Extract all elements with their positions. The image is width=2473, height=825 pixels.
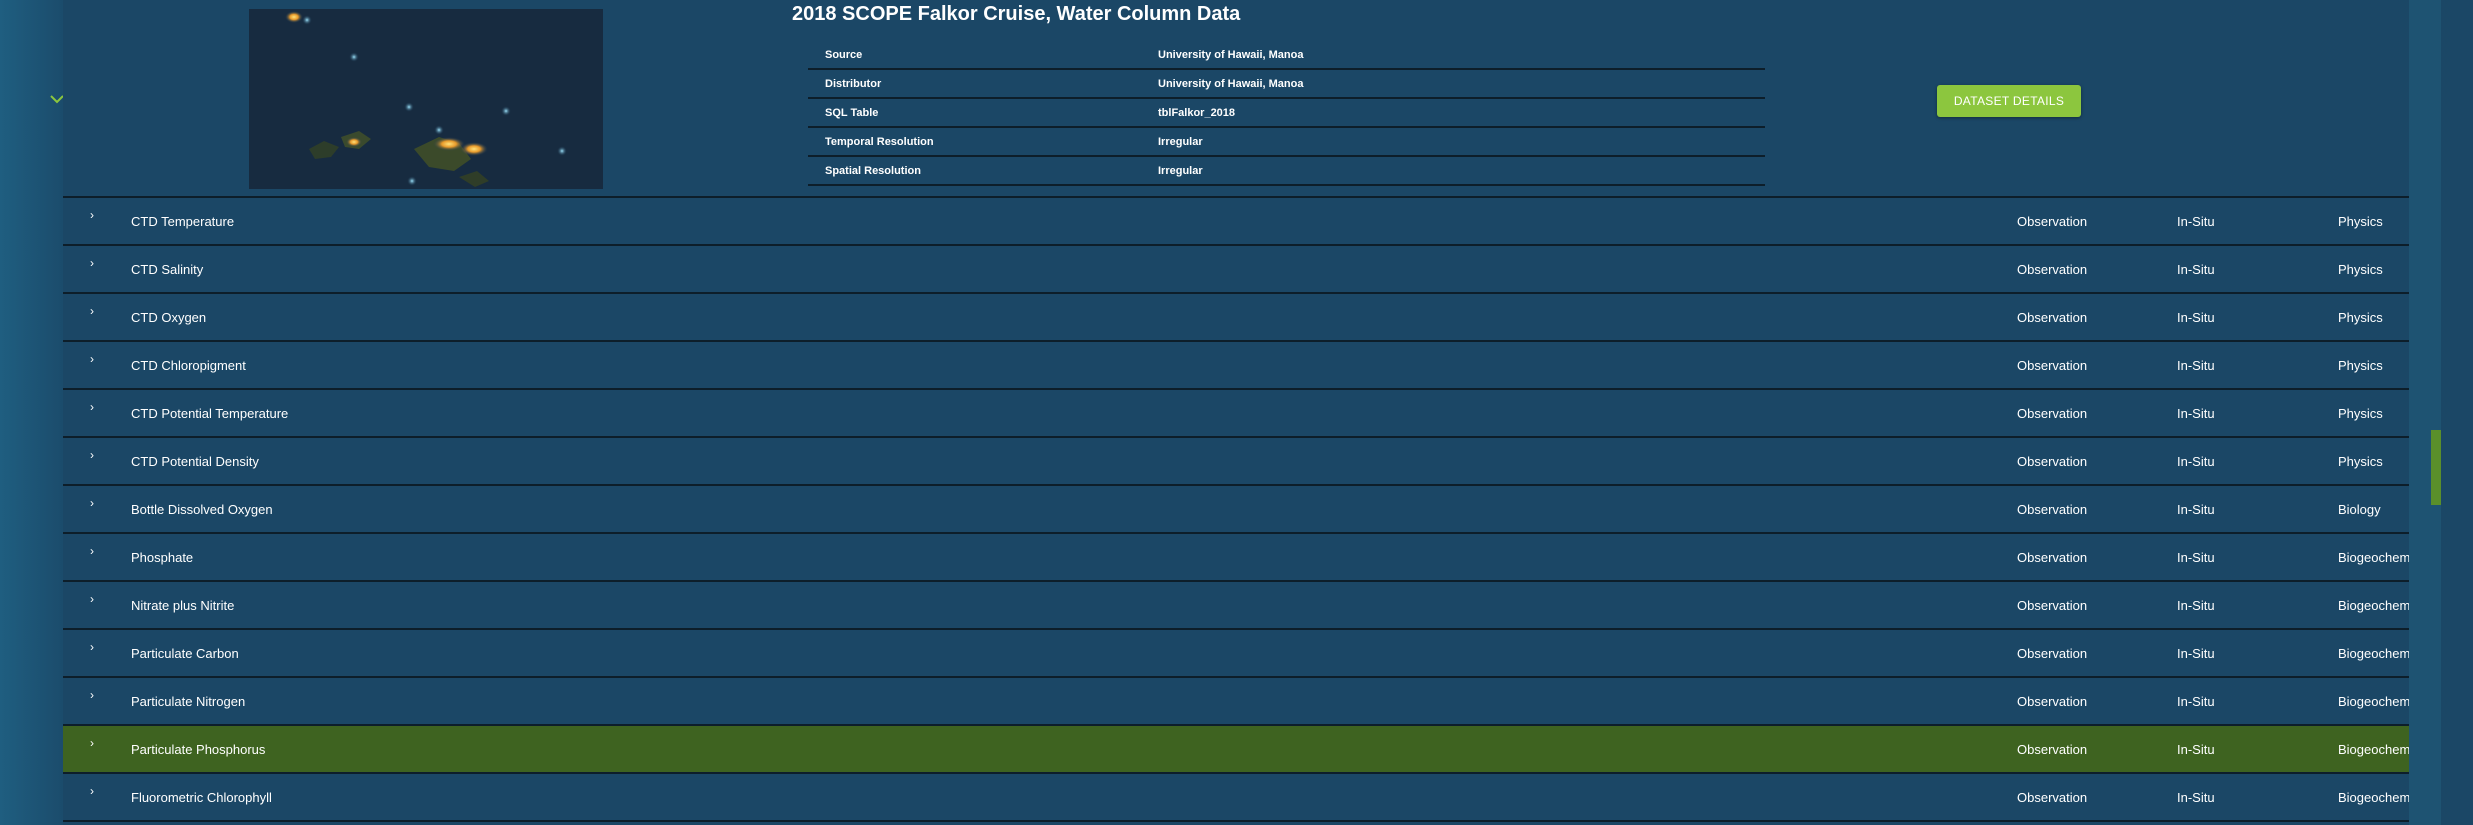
metadata-key: Source xyxy=(808,41,1158,70)
scrollbar-thumb[interactable] xyxy=(2431,430,2441,505)
variable-make: Observation xyxy=(2017,358,2088,373)
chevron-right-icon[interactable]: › xyxy=(90,400,104,414)
variable-row[interactable]: › Nitrate plus Nitrite Observation In-Situ B… xyxy=(63,582,2441,630)
variable-discipline: Physics xyxy=(2338,406,2383,421)
chevron-right-icon[interactable]: › xyxy=(90,352,104,366)
variable-sensor: In-Situ xyxy=(2177,406,2215,421)
variable-sensor: In-Situ xyxy=(2177,550,2215,565)
variable-list: › CTD Temperature Observation In-Situ Physic… xyxy=(63,198,2441,822)
dataset-title: 2018 SCOPE Falkor Cruise, Water Column D… xyxy=(792,3,1241,25)
metadata-value: tblFalkor_2018 xyxy=(1158,98,1765,128)
dataset-details-button[interactable]: DATASET DETAILS xyxy=(1937,85,2081,117)
variable-name: Phosphate xyxy=(131,550,194,565)
variable-row[interactable]: › CTD Potential Density Observation In-Situ… xyxy=(63,438,2441,486)
variable-sensor: In-Situ xyxy=(2177,454,2215,469)
variable-name: CTD Oxygen xyxy=(131,310,207,325)
variable-make: Observation xyxy=(2017,598,2088,613)
variable-sensor: In-Situ xyxy=(2177,502,2215,517)
variable-row[interactable]: › Bottle Dissolved Oxygen Observation In-Si… xyxy=(63,486,2441,534)
variable-discipline: Biology xyxy=(2338,502,2381,517)
chevron-right-icon[interactable]: › xyxy=(90,592,104,606)
variable-make: Observation xyxy=(2017,454,2088,469)
variable-discipline: Physics xyxy=(2338,454,2383,469)
metadata-row: Source University of Hawaii, Manoa xyxy=(808,41,1765,70)
variable-make: Observation xyxy=(2017,214,2088,229)
variable-name: Particulate Nitrogen xyxy=(131,694,246,709)
variable-discipline: Physics xyxy=(2338,214,2383,229)
variable-name: CTD Potential Temperature xyxy=(131,406,289,421)
chevron-right-icon[interactable]: › xyxy=(90,640,104,654)
left-gutter xyxy=(0,0,64,825)
variable-name: CTD Temperature xyxy=(131,214,235,229)
variable-name: Fluorometric Chlorophyll xyxy=(131,790,272,805)
variable-discipline: Physics xyxy=(2338,262,2383,277)
variable-name: CTD Chloropigment xyxy=(131,358,246,373)
variable-sensor: In-Situ xyxy=(2177,214,2215,229)
metadata-row: Distributor University of Hawaii, Manoa xyxy=(808,69,1765,99)
variable-row[interactable]: › Fluorometric Chlorophyll Observation In-S… xyxy=(63,774,2441,822)
variable-sensor: In-Situ xyxy=(2177,598,2215,613)
variable-sensor: In-Situ xyxy=(2177,790,2215,805)
chevron-right-icon[interactable]: › xyxy=(90,208,104,222)
variable-row[interactable]: › CTD Potential Temperature Observation In-… xyxy=(63,390,2441,438)
chevron-right-icon[interactable]: › xyxy=(90,496,104,510)
variable-discipline: Physics xyxy=(2338,310,2383,325)
variable-make: Observation xyxy=(2017,502,2088,517)
metadata-key: Temporal Resolution xyxy=(808,127,1158,157)
variable-sensor: In-Situ xyxy=(2177,694,2215,709)
metadata-row: Spatial Resolution Irregular xyxy=(808,156,1765,186)
variable-sensor: In-Situ xyxy=(2177,358,2215,373)
dataset-panel: 2018 SCOPE Falkor Cruise, Water Column D… xyxy=(63,0,2441,825)
variable-row[interactable]: › Phosphate Observation In-Situ Biogeochemis… xyxy=(63,534,2441,582)
variable-row[interactable]: › Particulate Carbon Observation In-Situ Bio… xyxy=(63,630,2441,678)
variable-row[interactable]: › CTD Chloropigment Observation In-Situ Phys… xyxy=(63,342,2441,390)
chevron-right-icon[interactable]: › xyxy=(90,304,104,318)
variable-row[interactable]: › Particulate Phosphorus Observation In-Sit… xyxy=(63,726,2441,774)
cruise-track-map xyxy=(249,9,603,189)
variable-row[interactable]: › Particulate Nitrogen Observation In-Situ B… xyxy=(63,678,2441,726)
metadata-key: Spatial Resolution xyxy=(808,156,1158,186)
variable-name: Bottle Dissolved Oxygen xyxy=(131,502,273,517)
dataset-header: 2018 SCOPE Falkor Cruise, Water Column D… xyxy=(63,0,2441,197)
metadata-value: University of Hawaii, Manoa xyxy=(1158,69,1765,99)
scrollbar[interactable] xyxy=(2409,0,2441,825)
variable-sensor: In-Situ xyxy=(2177,262,2215,277)
variable-discipline: Physics xyxy=(2338,358,2383,373)
variable-make: Observation xyxy=(2017,694,2088,709)
variable-name: Particulate Carbon xyxy=(131,646,239,661)
metadata-row: SQL Table tblFalkor_2018 xyxy=(808,98,1765,128)
metadata-value: Irregular xyxy=(1158,127,1765,157)
variable-make: Observation xyxy=(2017,646,2088,661)
metadata-key: Distributor xyxy=(808,69,1158,99)
metadata-row: Temporal Resolution Irregular xyxy=(808,127,1765,157)
variable-row[interactable]: › CTD Oxygen Observation In-Situ Physics xyxy=(63,294,2441,342)
chevron-right-icon[interactable]: › xyxy=(90,688,104,702)
variable-make: Observation xyxy=(2017,262,2088,277)
variable-row[interactable]: › CTD Temperature Observation In-Situ Physic… xyxy=(63,198,2441,246)
chevron-right-icon[interactable]: › xyxy=(90,256,104,270)
variable-row[interactable]: › CTD Salinity Observation In-Situ Physics xyxy=(63,246,2441,294)
chevron-right-icon[interactable]: › xyxy=(90,544,104,558)
metadata-value: Irregular xyxy=(1158,156,1765,186)
chevron-right-icon[interactable]: › xyxy=(90,784,104,798)
chevron-right-icon[interactable]: › xyxy=(90,736,104,750)
variable-make: Observation xyxy=(2017,550,2088,565)
metadata-value: University of Hawaii, Manoa xyxy=(1158,41,1765,70)
variable-name: CTD Salinity xyxy=(131,262,204,277)
chevron-right-icon[interactable]: › xyxy=(90,448,104,462)
variable-name: Nitrate plus Nitrite xyxy=(131,598,235,613)
variable-make: Observation xyxy=(2017,790,2088,805)
variable-sensor: In-Situ xyxy=(2177,310,2215,325)
dataset-metadata-table: Source University of Hawaii, Manoa Distr… xyxy=(808,41,1765,186)
variable-name: CTD Potential Density xyxy=(131,454,259,469)
variable-make: Observation xyxy=(2017,310,2088,325)
variable-name: Particulate Phosphorus xyxy=(131,742,266,757)
variable-sensor: In-Situ xyxy=(2177,646,2215,661)
catalog-page: 2018 SCOPE Falkor Cruise, Water Column D… xyxy=(0,0,2473,825)
metadata-key: SQL Table xyxy=(808,98,1158,128)
variable-make: Observation xyxy=(2017,406,2088,421)
variable-sensor: In-Situ xyxy=(2177,742,2215,757)
variable-make: Observation xyxy=(2017,742,2088,757)
